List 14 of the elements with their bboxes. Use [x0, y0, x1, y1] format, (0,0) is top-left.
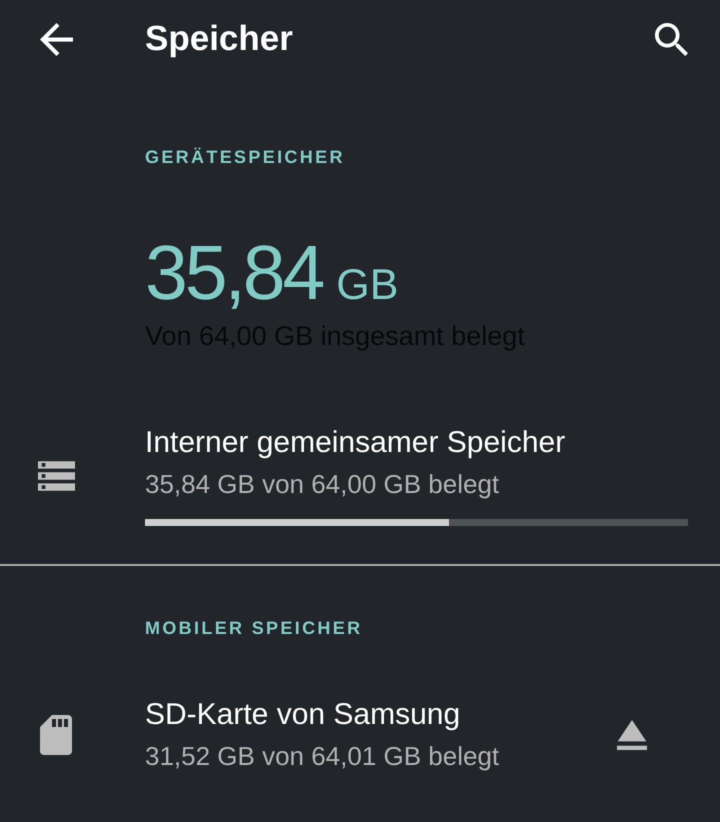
- storage-icon: [38, 460, 75, 490]
- back-arrow-icon[interactable]: [40, 22, 73, 56]
- storage-usage: 31,52 GB von 64,01 GB belegt: [145, 740, 500, 772]
- storage-usage: 35,84 GB von 64,00 GB belegt: [145, 468, 500, 500]
- page-title: Speicher: [145, 18, 293, 60]
- section-header: MOBILER SPEICHER: [145, 617, 362, 640]
- sd-card-icon: [40, 714, 72, 754]
- used-storage-amount: 35,84: [145, 233, 322, 313]
- storage-title[interactable]: Interner gemeinsamer Speicher: [145, 425, 566, 461]
- eject-icon[interactable]: [617, 720, 647, 750]
- search-icon[interactable]: [655, 22, 688, 56]
- used-storage-unit: GB: [336, 263, 398, 307]
- section-header: GERÄTESPEICHER: [145, 146, 345, 169]
- storage-title[interactable]: SD-Karte von Samsung: [145, 697, 460, 733]
